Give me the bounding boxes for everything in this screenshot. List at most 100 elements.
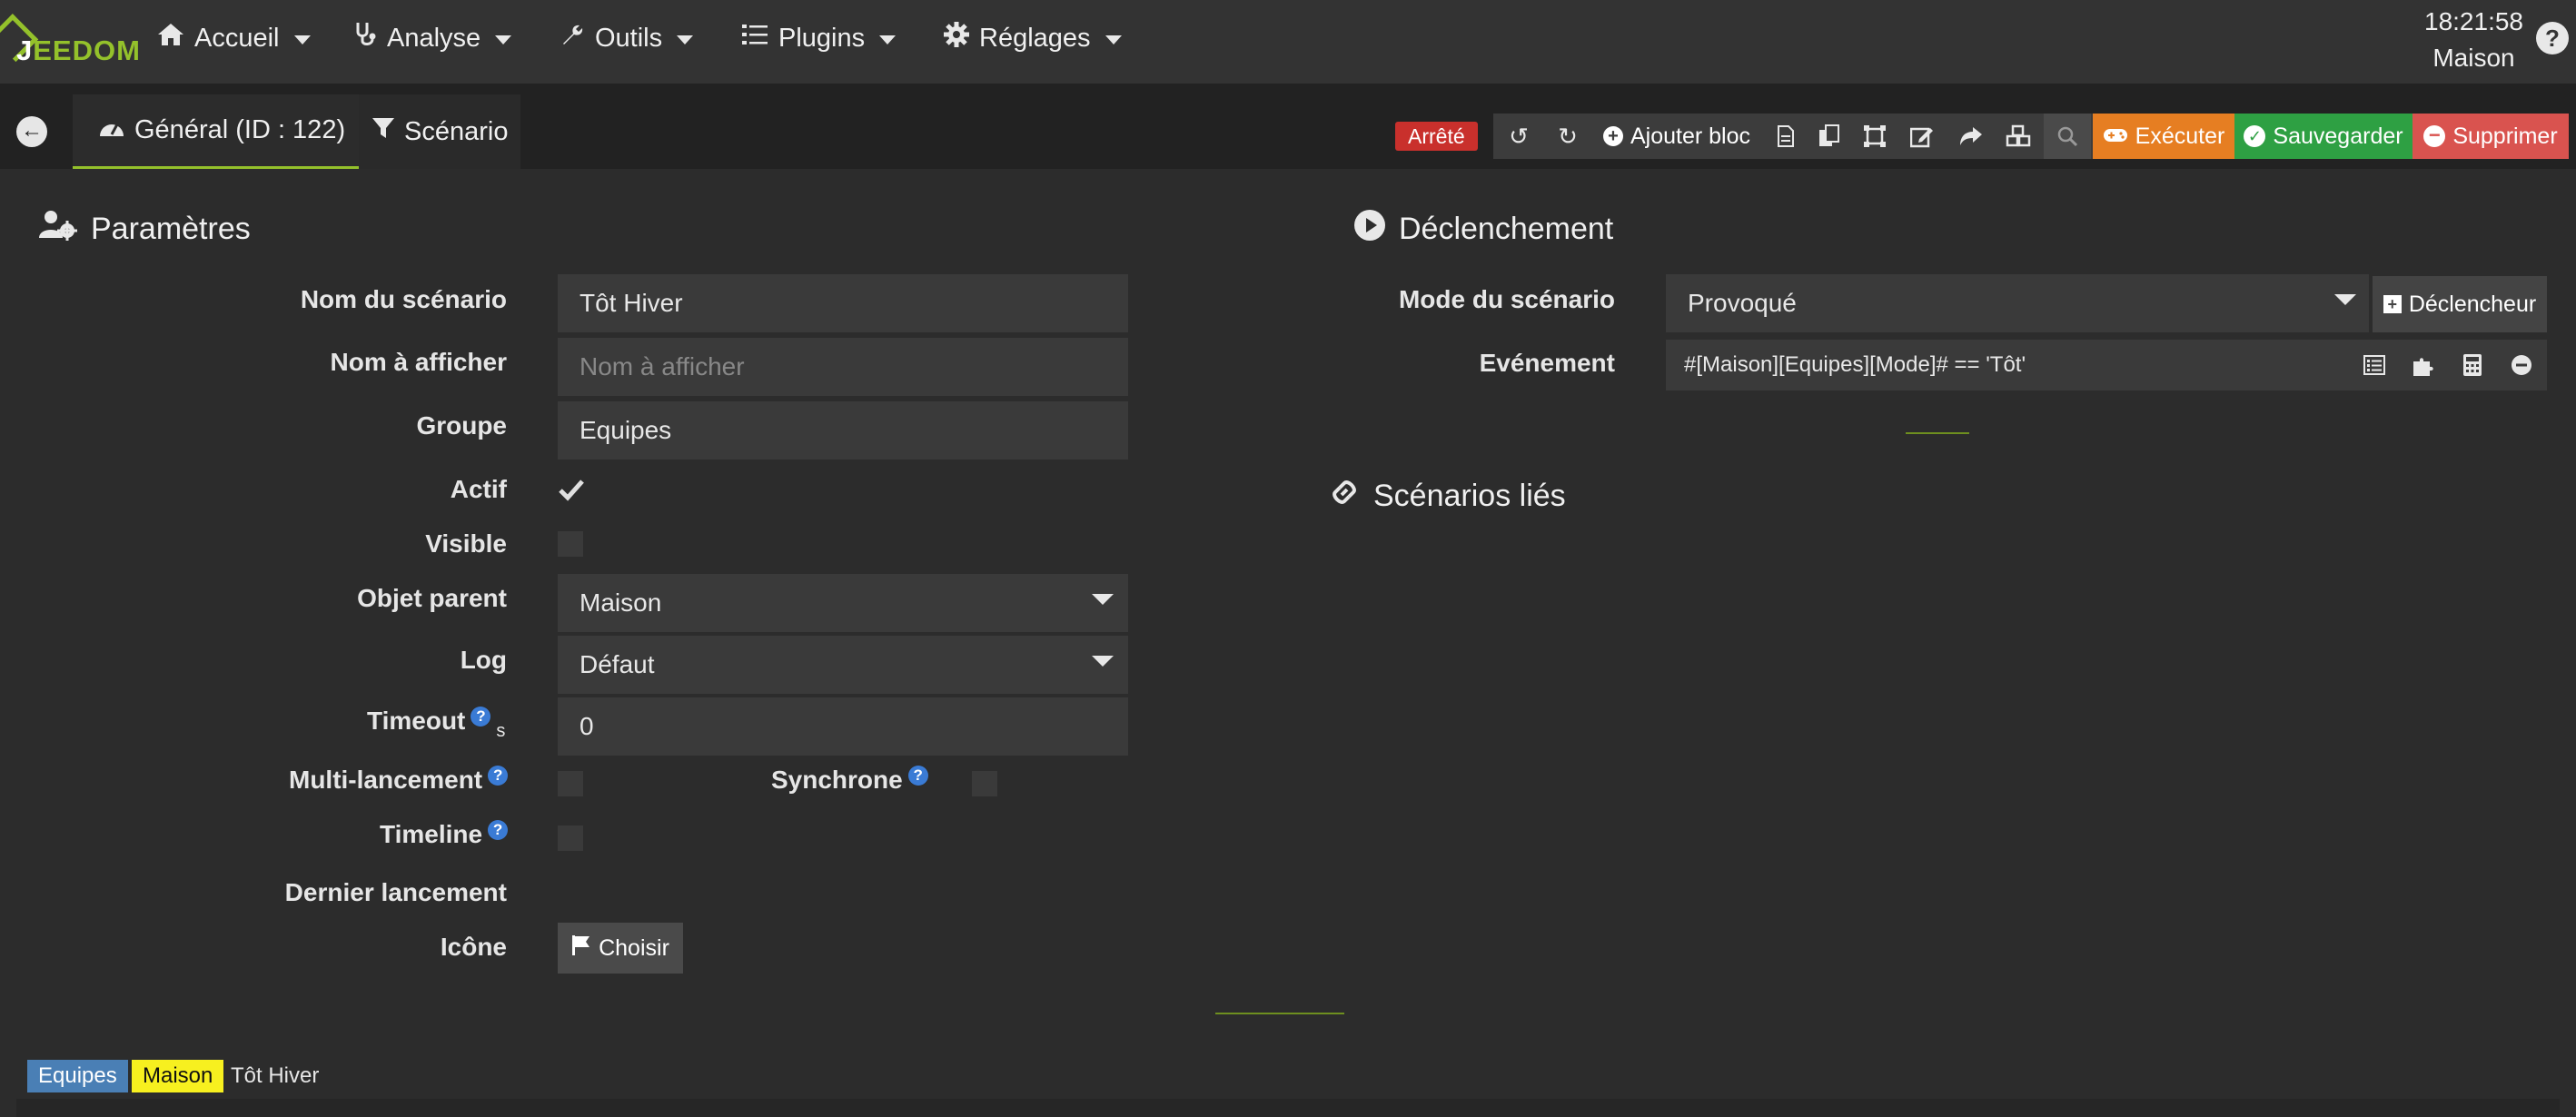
execute-button[interactable]: Exécuter — [2093, 114, 2234, 159]
redo-icon[interactable]: ↻ — [1544, 114, 1591, 159]
nav-plugins[interactable]: Plugins — [742, 20, 897, 56]
filter-icon — [372, 116, 395, 147]
choose-label: Choisir — [599, 934, 669, 961]
timeline-label-group: Timeline ? — [380, 820, 509, 849]
help-icon[interactable]: ? — [907, 766, 928, 786]
nav-outils-label: Outils — [595, 23, 663, 53]
parent-object-select[interactable]: Maison — [558, 574, 1128, 632]
add-block-button[interactable]: + Ajouter bloc — [1595, 114, 1759, 159]
log-value: Défaut — [580, 650, 655, 678]
nav-accueil-label: Accueil — [194, 23, 280, 53]
cubes-icon[interactable] — [1995, 114, 2042, 159]
puzzle-icon[interactable] — [2400, 340, 2447, 390]
chevron-down-icon — [1092, 594, 1114, 605]
gear-icon — [943, 21, 970, 55]
parent-object-value: Maison — [580, 588, 662, 617]
label-icon: Icône — [440, 933, 507, 961]
delete-button[interactable]: − Supprimer — [2413, 114, 2569, 159]
check-circle-icon: ✓ — [2244, 125, 2266, 147]
parent-tag: Maison — [132, 1060, 224, 1092]
event-input[interactable]: #[Maison][Equipes][Mode]# == 'Tôt' — [1666, 340, 2349, 390]
nav-analyse-label: Analyse — [387, 23, 481, 53]
clock-time: 18:21:58 — [2424, 7, 2523, 35]
multi-launch-checkbox[interactable] — [558, 771, 583, 796]
expand-icon[interactable] — [1851, 114, 1898, 159]
chevron-down-icon — [1092, 656, 1114, 667]
scenario-mode-select[interactable]: Provoqué — [1666, 274, 2369, 332]
help-icon[interactable]: ? — [2536, 22, 2569, 54]
chevron-down-icon — [2334, 294, 2356, 305]
save-button[interactable]: ✓ Sauvegarder — [2234, 114, 2413, 159]
chevron-down-icon — [293, 35, 311, 44]
jeedom-logo[interactable]: JEEDOM — [0, 9, 140, 73]
group-tag: Equipes — [27, 1060, 128, 1092]
group-input[interactable]: Equipes — [558, 401, 1128, 460]
wrench-icon — [560, 22, 586, 54]
label-parent-object: Objet parent — [357, 584, 507, 612]
label-scenario-name: Nom du scénario — [300, 285, 507, 313]
nav-reglages[interactable]: Réglages — [943, 20, 1122, 56]
visible-checkbox[interactable] — [558, 531, 583, 557]
multi-label-group: Multi-lancement ? — [289, 766, 509, 795]
scenario-name-input[interactable]: Tôt Hiver — [558, 274, 1128, 332]
chevron-down-icon — [1105, 35, 1122, 44]
label-active: Actif — [450, 475, 507, 503]
timeout-unit: s — [496, 721, 506, 741]
tab-general-label: Général (ID : 122) — [134, 115, 346, 144]
nav-accueil[interactable]: Accueil — [156, 20, 311, 56]
nav-analyse[interactable]: Analyse — [354, 20, 512, 56]
remove-circle-icon[interactable] — [2498, 340, 2545, 390]
label-multi-launch: Multi-lancement — [289, 766, 483, 794]
synchrone-checkbox[interactable] — [972, 771, 997, 796]
bottom-panel — [16, 1099, 2560, 1117]
search-icon[interactable] — [2044, 114, 2091, 159]
timeline-checkbox[interactable] — [558, 825, 583, 851]
linked-title-text: Scénarios liés — [1373, 479, 1566, 513]
clock-display: 18:21:58 Maison — [2424, 4, 2523, 76]
active-checkbox[interactable] — [558, 477, 584, 502]
choose-icon-button[interactable]: Choisir — [558, 923, 683, 974]
execute-label: Exécuter — [2135, 123, 2225, 149]
help-icon[interactable]: ? — [488, 766, 509, 786]
share-icon[interactable] — [1947, 114, 1995, 159]
trigger-title-text: Déclenchement — [1399, 212, 1614, 246]
status-badge: Arrêté — [1395, 122, 1478, 151]
chevron-down-icon — [677, 35, 694, 44]
timeout-input[interactable]: 0 — [558, 697, 1128, 756]
calculator-icon[interactable] — [2449, 340, 2496, 390]
help-icon[interactable]: ? — [488, 820, 509, 840]
label-last-run: Dernier lancement — [284, 878, 507, 906]
tab-general[interactable]: Général (ID : 122) — [73, 94, 372, 169]
label-display-name: Nom à afficher — [330, 348, 508, 376]
minus-circle-icon: − — [2423, 125, 2446, 147]
label-scenario-mode: Mode du scénario — [1398, 285, 1615, 313]
stethoscope-icon — [354, 21, 378, 55]
sync-label-group: Synchrone ? — [771, 766, 928, 795]
chevron-down-icon — [495, 35, 512, 44]
label-visible: Visible — [425, 529, 507, 558]
display-name-input[interactable]: Nom à afficher — [558, 338, 1128, 396]
nav-outils[interactable]: Outils — [560, 20, 694, 56]
file-icon[interactable] — [1762, 114, 1809, 159]
nav-plugins-label: Plugins — [778, 23, 866, 53]
log-select[interactable]: Défaut — [558, 636, 1128, 694]
list-alt-icon[interactable] — [2351, 340, 2398, 390]
params-title-text: Paramètres — [91, 212, 251, 246]
home-icon — [156, 22, 185, 54]
copy-icon[interactable] — [1806, 114, 1853, 159]
add-trigger-button[interactable]: + Déclencheur — [2373, 276, 2547, 332]
chevron-down-icon — [879, 35, 897, 44]
timeout-label-group: Timeout ? s — [367, 707, 505, 742]
list-icon — [742, 23, 769, 54]
help-icon[interactable]: ? — [471, 707, 491, 727]
edit-icon[interactable] — [1898, 114, 1946, 159]
label-event: Evénement — [1479, 349, 1615, 377]
save-label: Sauvegarder — [2273, 123, 2403, 149]
undo-icon[interactable]: ↺ — [1495, 114, 1542, 159]
tab-scenario[interactable]: Scénario — [359, 94, 521, 169]
linked-section-title: Scénarios liés — [1328, 476, 1566, 517]
delete-label: Supprimer — [2452, 123, 2558, 149]
params-section-title: Paramètres — [38, 209, 251, 250]
divider — [1215, 1013, 1344, 1014]
back-arrow-icon[interactable]: ← — [16, 116, 47, 147]
